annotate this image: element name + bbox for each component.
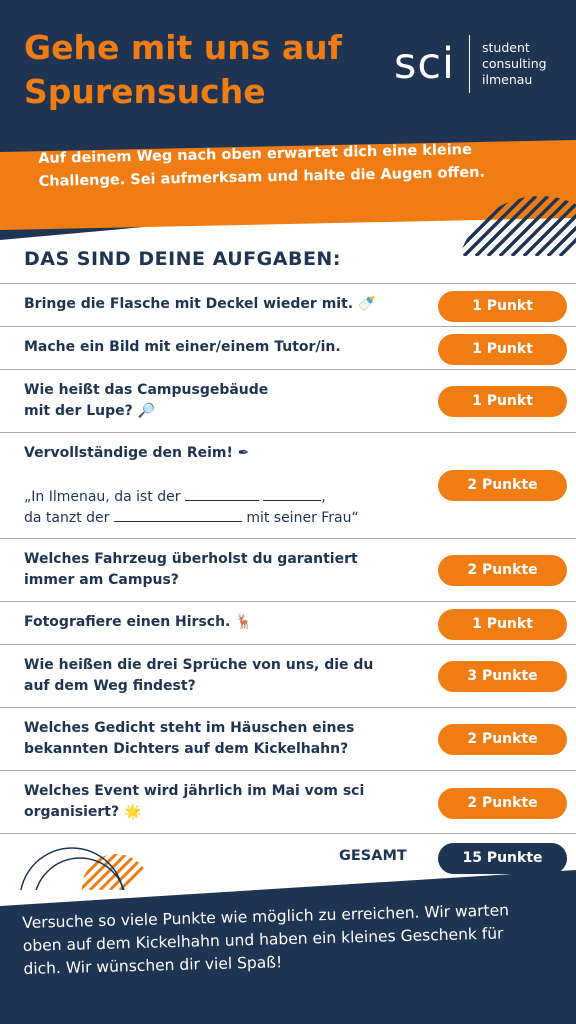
- points-badge: 2 Punkte: [438, 470, 567, 501]
- task-text: Bringe die Flasche mit Deckel wieder mit…: [24, 294, 375, 315]
- page-title: Gehe mit uns auf Spurensuche: [24, 28, 343, 111]
- task-text: Mache ein Bild mit einer/einem Tutor/in.: [24, 339, 341, 355]
- star-icon: 🌟: [123, 804, 142, 820]
- task-row: Welches Gedicht steht im Häuschen eines …: [0, 707, 576, 770]
- rhyme-line-1: „In Ilmenau, da ist der ,: [24, 487, 326, 507]
- points-badge: 3 Punkte: [438, 661, 567, 692]
- magnifier-icon: 🔎: [137, 403, 156, 419]
- task-label: Bringe die Flasche mit Deckel wieder mit…: [24, 296, 354, 312]
- task-row: Welches Event wird jährlich im Mai vom s…: [0, 770, 576, 834]
- total-points-badge: 15 Punkte: [438, 843, 567, 874]
- task-row: Mache ein Bild mit einer/einem Tutor/in.…: [0, 326, 576, 369]
- task-label: Vervollständige den Reim!: [24, 445, 233, 461]
- task-line-1: Welches Fahrzeug überholst du garantiert: [24, 551, 358, 567]
- task-text: Welches Event wird jährlich im Mai vom s…: [24, 781, 364, 823]
- task-row: Bringe die Flasche mit Deckel wieder mit…: [0, 283, 576, 326]
- task-line-1: Welches Event wird jährlich im Mai vom s…: [24, 783, 365, 799]
- logo-line-ilmenau: ilmenau: [482, 72, 533, 87]
- task-line-2: mit der Lupe?: [24, 403, 133, 419]
- points-badge: 1 Punkt: [438, 386, 567, 417]
- task-text: Fotografiere einen Hirsch. 🦌: [24, 612, 253, 633]
- rhyme-blank-2: [263, 489, 322, 501]
- points-badge: 1 Punkt: [438, 334, 567, 365]
- points-badge: 2 Punkte: [438, 788, 567, 819]
- task-line-1: Wie heißt das Campusgebäude: [24, 382, 269, 398]
- task-row: Wie heißen die drei Sprüche von uns, die…: [0, 644, 576, 707]
- task-line-2: bekannten Dichters auf dem Kickelhahn?: [24, 741, 349, 757]
- task-row: Welches Fahrzeug überholst du garantiert…: [0, 538, 576, 601]
- rhyme-line-2: da tanzt der mit seiner Frau“: [24, 508, 359, 528]
- task-row: Vervollständige den Reim! ✒ „In Ilmenau,…: [0, 432, 576, 538]
- circles-decoration: [20, 847, 150, 890]
- bottle-icon: 🍼: [357, 296, 376, 312]
- task-label: Fotografiere einen Hirsch.: [24, 614, 231, 630]
- task-line-1: Wie heißen die drei Sprüche von uns, die…: [24, 657, 374, 673]
- points-badge: 2 Punkte: [438, 555, 567, 586]
- rhyme-text-1b: ,: [321, 489, 326, 505]
- rhyme-blank-3: [113, 510, 242, 522]
- rhyme-blank-1: [184, 489, 259, 501]
- section-title: DAS SIND DEINE AUFGABEN:: [24, 248, 341, 270]
- rhyme-text-2b: mit seiner Frau“: [246, 510, 359, 526]
- logo-mark: sci: [394, 38, 455, 89]
- deer-icon: 🦌: [235, 614, 253, 630]
- total-label: GESAMT: [339, 848, 407, 864]
- task-line-2: immer am Campus?: [24, 572, 179, 588]
- points-badge: 1 Punkt: [438, 609, 567, 640]
- task-line-1: Welches Gedicht steht im Häuschen eines: [24, 720, 355, 736]
- logo-text: student consulting ilmenau: [470, 40, 547, 88]
- rhyme-text-2a: da tanzt der: [24, 510, 110, 526]
- task-line-2: auf dem Weg findest?: [24, 678, 196, 694]
- task-line-2: organisiert?: [24, 804, 120, 820]
- points-badge: 1 Punkt: [438, 291, 567, 322]
- sci-logo: sci student consulting ilmenau: [394, 34, 547, 94]
- rhyme-text-1a: „In Ilmenau, da ist der: [24, 489, 181, 505]
- striped-circle-decoration: [456, 196, 576, 256]
- task-row: Fotografiere einen Hirsch. 🦌 1 Punkt: [0, 601, 576, 644]
- task-text: Welches Gedicht steht im Häuschen eines …: [24, 718, 354, 760]
- task-list: Bringe die Flasche mit Deckel wieder mit…: [0, 283, 576, 834]
- pen-icon: ✒: [237, 445, 250, 461]
- logo-line-student: student: [482, 40, 530, 55]
- task-row: Wie heißt das Campusgebäude mit der Lupe…: [0, 369, 576, 432]
- footer-text: Versuche so viele Punkte wie möglich zu …: [22, 901, 510, 978]
- task-text: Vervollständige den Reim! ✒: [24, 443, 249, 464]
- task-text: Welches Fahrzeug überholst du garantiert…: [24, 549, 358, 591]
- task-text: Wie heißen die drei Sprüche von uns, die…: [24, 655, 373, 697]
- logo-line-consulting: consulting: [482, 56, 547, 71]
- points-badge: 2 Punkte: [438, 724, 567, 755]
- task-text: Wie heißt das Campusgebäude mit der Lupe…: [24, 380, 268, 422]
